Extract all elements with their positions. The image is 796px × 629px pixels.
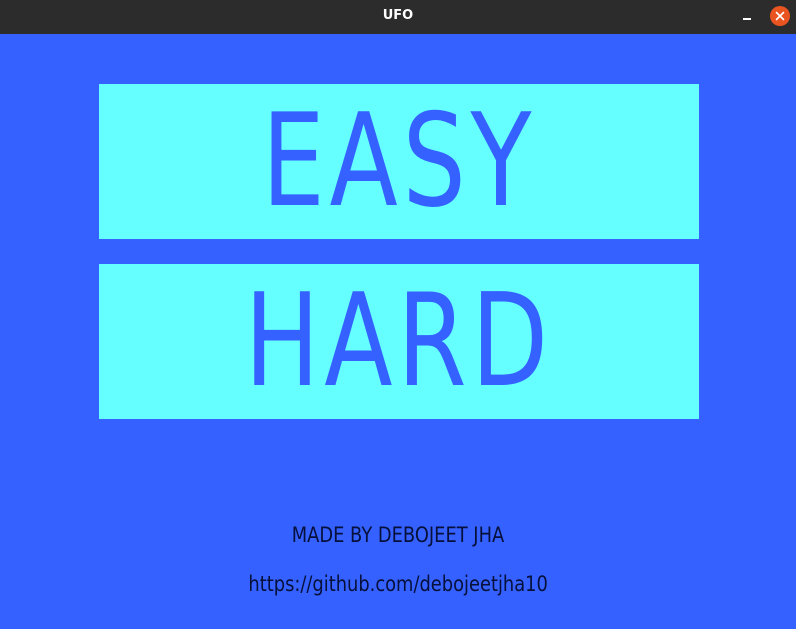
hard-button-label: HARD: [244, 267, 554, 416]
easy-button-label: EASY: [261, 87, 537, 236]
easy-button[interactable]: EASY: [99, 84, 699, 239]
hard-button[interactable]: HARD: [99, 264, 699, 419]
title-bar[interactable]: UFO: [0, 0, 796, 34]
github-link: https://github.com/debojeetjha10: [0, 572, 796, 596]
author-credit-text: MADE BY DEBOJEET JHA: [291, 523, 505, 547]
menu-screen: EASY HARD MADE BY DEBOJEET JHA https://g…: [0, 34, 796, 629]
github-link-text: https://github.com/debojeetjha10: [248, 572, 548, 596]
window-title: UFO: [382, 8, 414, 23]
game-window: UFO EASY HARD MADE BY DEBOJEET JHA https…: [0, 0, 796, 629]
close-icon[interactable]: [770, 6, 790, 26]
minimize-icon[interactable]: [737, 7, 757, 27]
author-credit: MADE BY DEBOJEET JHA: [0, 523, 796, 547]
